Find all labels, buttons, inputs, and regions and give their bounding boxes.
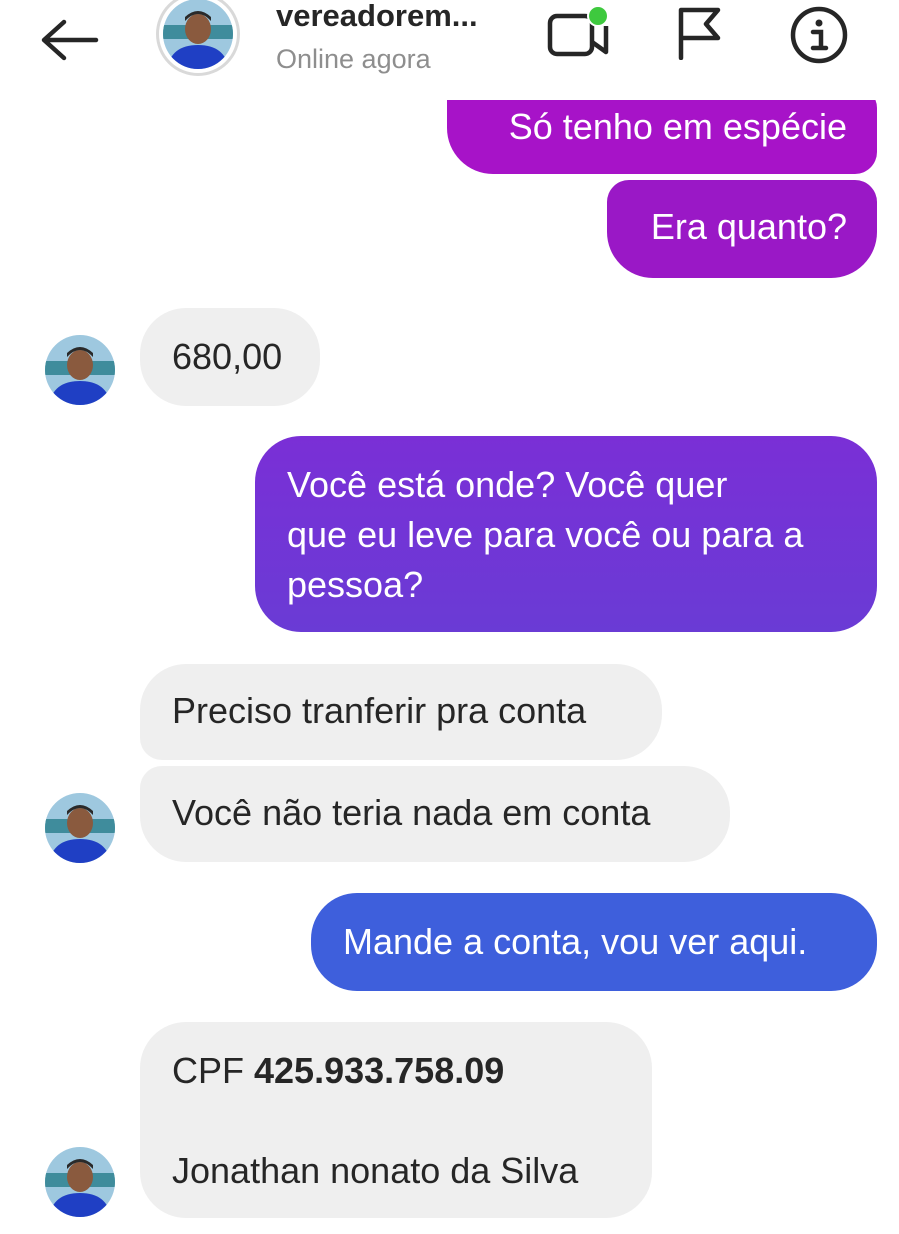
message-received[interactable]: Você não teria nada em conta [140,766,730,862]
info-icon[interactable] [790,6,848,64]
cpf-line: CPF 425.933.758.09 [172,1046,622,1096]
sender-avatar[interactable] [45,335,115,405]
flag-icon[interactable] [676,6,724,60]
message-received[interactable]: CPF 425.933.758.09 Jonathan nonato da Si… [140,1022,652,1218]
message-received[interactable]: Preciso tranferir pra conta [140,664,662,760]
cpf-number: 425.933.758.09 [254,1050,505,1091]
message-text: Você não teria nada em conta [172,792,651,833]
back-arrow-icon[interactable] [38,18,102,62]
sender-avatar[interactable] [45,1147,115,1217]
video-call-icon[interactable] [546,4,612,60]
message-text: 680,00 [172,336,283,377]
message-text: Mande a conta, vou ver aqui. [343,921,808,962]
message-text: Era quanto? [650,206,847,247]
message-sent[interactable]: Você está onde? Você quer que eu leve pa… [255,436,877,632]
sender-avatar[interactable] [45,793,115,863]
message-text-line: Você está onde? Você quer [287,464,728,505]
cpf-label: CPF [172,1050,244,1091]
online-status: Online agora [276,44,431,74]
message-sent[interactable]: Mande a conta, vou ver aqui. [311,893,877,991]
chat-username[interactable]: vereadorem... [276,0,478,34]
message-text: Preciso tranferir pra conta [172,690,587,731]
header-avatar[interactable] [156,0,240,76]
account-name: Jonathan nonato da Silva [172,1150,579,1191]
message-text-line: que eu leve para você ou para a [287,514,804,555]
chat-header: vereadorem... Online agora [0,0,899,100]
message-text: Só tenho em espécie [508,106,847,147]
message-sent[interactable]: Era quanto? [607,180,877,278]
message-text-line: pessoa? [287,564,424,605]
message-received[interactable]: 680,00 [140,308,320,406]
profile-photo [163,0,233,69]
